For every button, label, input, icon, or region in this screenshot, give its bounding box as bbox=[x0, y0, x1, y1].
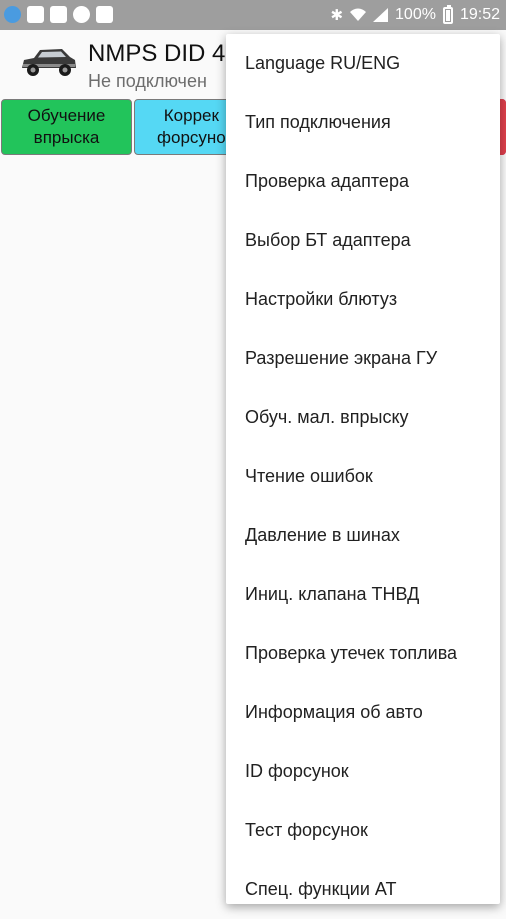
battery-icon bbox=[442, 4, 453, 24]
connection-status: Не подключен bbox=[88, 71, 207, 91]
bluetooth-icon: ✱ bbox=[330, 7, 344, 24]
overflow-menu: Language RU/ENG Тип подключения Проверка… bbox=[226, 34, 500, 904]
photo-app-icon bbox=[50, 6, 67, 23]
tab-label: Коррек форсуно bbox=[157, 106, 226, 147]
notification-icons bbox=[4, 6, 113, 24]
menu-item-pump-valve-init[interactable]: Иниц. клапана ТНВД bbox=[226, 565, 500, 624]
menu-item-check-adapter[interactable]: Проверка адаптера bbox=[226, 152, 500, 211]
menu-item-read-errors[interactable]: Чтение ошибок bbox=[226, 447, 500, 506]
menu-item-vehicle-info[interactable]: Информация об авто bbox=[226, 683, 500, 742]
menu-item-injector-test[interactable]: Тест форсунок bbox=[226, 801, 500, 860]
tab-injection-learning[interactable]: Обучение впрыска bbox=[1, 99, 132, 155]
menu-item-at-special-functions[interactable]: Спец. функции АТ bbox=[226, 860, 500, 919]
menu-item-tire-pressure[interactable]: Давление в шинах bbox=[226, 506, 500, 565]
app-notification-icon bbox=[96, 6, 113, 23]
cloud-app-icon bbox=[4, 6, 21, 23]
menu-item-connection-type[interactable]: Тип подключения bbox=[226, 93, 500, 152]
signal-icon bbox=[373, 8, 389, 22]
menu-item-injector-id[interactable]: ID форсунок bbox=[226, 742, 500, 801]
menu-item-fuel-leak-check[interactable]: Проверка утечек топлива bbox=[226, 624, 500, 683]
menu-item-select-bt-adapter[interactable]: Выбор БТ адаптера bbox=[226, 211, 500, 270]
menu-item-screen-resolution[interactable]: Разрешение экрана ГУ bbox=[226, 329, 500, 388]
car-logo-icon bbox=[22, 49, 76, 76]
menu-item-language[interactable]: Language RU/ENG bbox=[226, 34, 500, 93]
status-bar: ✱ 100% 19:52 bbox=[0, 0, 506, 30]
menu-item-small-injection-learning[interactable]: Обуч. мал. впрыску bbox=[226, 388, 500, 447]
tab-label: Обучение впрыска bbox=[27, 106, 106, 147]
app-title: NMPS DID 4 bbox=[88, 40, 226, 67]
menu-item-bluetooth-settings[interactable]: Настройки блютуз bbox=[226, 270, 500, 329]
wifi-icon bbox=[350, 8, 367, 22]
battery-percent: 100% bbox=[395, 6, 436, 23]
gallery-icon bbox=[27, 6, 44, 23]
shield-icon bbox=[73, 6, 90, 23]
clock: 19:52 bbox=[459, 6, 500, 23]
